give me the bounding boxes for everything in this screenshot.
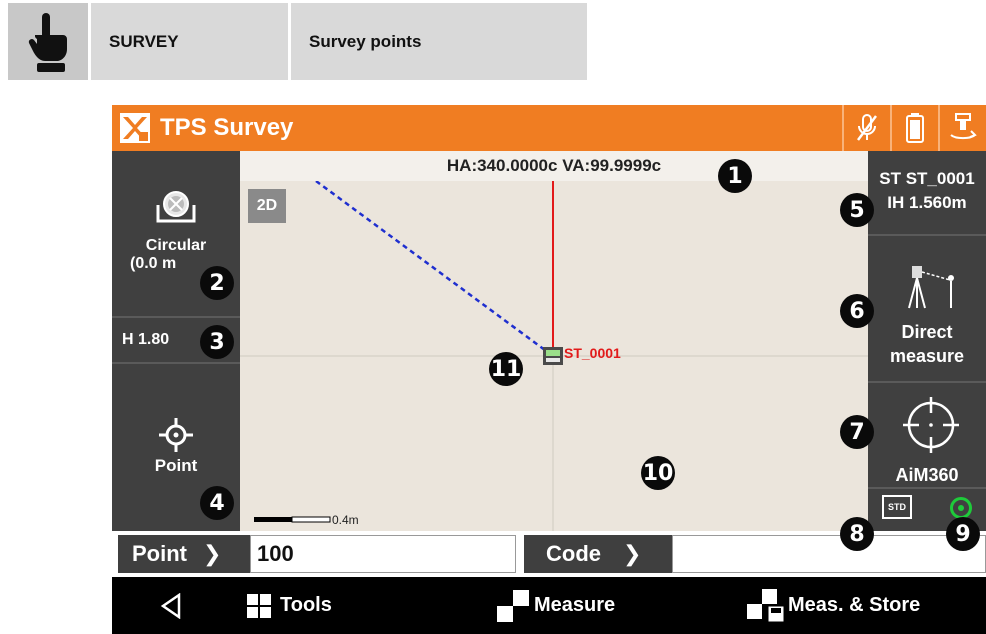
- sight-line: [315, 179, 554, 358]
- crosshair-icon: [112, 418, 240, 452]
- direct-measure-icon: [906, 264, 958, 315]
- meas-store-button[interactable]: Meas. & Store: [746, 577, 920, 634]
- callout-badge: 11: [489, 352, 523, 386]
- topic-label: Survey points: [291, 3, 587, 80]
- callout-badge: 6: [840, 294, 874, 328]
- measure-store-icon: [747, 588, 785, 622]
- code-input[interactable]: [672, 535, 986, 573]
- chevron-right-icon: ❯: [623, 541, 642, 566]
- callout-badge: 4: [200, 486, 234, 520]
- back-button[interactable]: [160, 577, 182, 634]
- callout-badge: 1: [718, 159, 752, 193]
- measure-mode-button[interactable]: Direct measure: [868, 236, 986, 381]
- measure-mode-line1: Direct: [901, 322, 953, 342]
- point-label: Point: [154, 456, 198, 475]
- section-label: SURVEY: [91, 3, 288, 80]
- station-marker-icon: [543, 347, 563, 365]
- bottom-navbar: Tools Measure Meas. & Store: [112, 577, 986, 634]
- measure-mode-line2: measure: [889, 346, 965, 366]
- aim-target-icon: [903, 397, 959, 458]
- status-icons: [842, 105, 986, 151]
- station-label: ST_0001: [564, 345, 621, 361]
- hv-readout: HA:340.0000c VA:99.9999c: [240, 151, 868, 181]
- scale-bar: [254, 516, 331, 523]
- prism-type: Circular: [145, 237, 207, 254]
- aim-mode-label: AiM360: [895, 465, 959, 485]
- battery-icon[interactable]: [890, 105, 938, 151]
- callout-badge: 2: [200, 266, 234, 300]
- instrument-icon[interactable]: [938, 105, 986, 151]
- callout-badge: 8: [840, 517, 874, 551]
- std-mode-button[interactable]: STD: [882, 495, 912, 519]
- point-input[interactable]: 100: [250, 535, 516, 573]
- station-name: ST ST_0001: [879, 169, 975, 188]
- back-arrow-icon: [160, 592, 181, 619]
- app-logo-icon: [120, 113, 150, 143]
- measure-label: Measure: [534, 594, 616, 616]
- status-ok-icon[interactable]: [950, 497, 972, 519]
- tools-label: Tools: [280, 594, 332, 616]
- mic-off-icon[interactable]: [842, 105, 890, 151]
- code-field-label-text: Code: [546, 541, 601, 566]
- aim-mode-button[interactable]: AiM360: [868, 383, 986, 487]
- hand-pointer-icon: [8, 3, 88, 80]
- device-screen: TPS Survey Circular (0.0 m H 1.80 Point …: [112, 105, 986, 634]
- view-2d-button[interactable]: 2D: [248, 189, 286, 223]
- divider: [868, 487, 986, 489]
- callout-badge: 10: [641, 456, 675, 490]
- scale-label: 0.4m: [332, 513, 359, 527]
- right-panel: ST ST_0001 IH 1.560m Direct measure AiM3…: [868, 151, 986, 531]
- callout-badge: 3: [200, 325, 234, 359]
- app-title: TPS Survey: [160, 114, 294, 141]
- grid-icon: [247, 593, 271, 618]
- callout-badge: 9: [946, 517, 980, 551]
- manual-page: SURVEY Survey points TPS Survey Circular…: [0, 0, 986, 634]
- measure-icon: [497, 589, 529, 622]
- code-field-label[interactable]: Code ❯: [524, 535, 672, 573]
- callout-badge: 7: [840, 415, 874, 449]
- instrument-height: IH 1.560m: [887, 193, 967, 212]
- tools-button[interactable]: Tools: [246, 577, 332, 634]
- map-canvas: [240, 179, 868, 531]
- measure-button[interactable]: Measure: [496, 577, 615, 634]
- chevron-right-icon: ❯: [203, 541, 222, 566]
- prism-icon: [112, 189, 240, 225]
- meas-store-label: Meas. & Store: [788, 594, 921, 616]
- title-bar: TPS Survey: [112, 105, 986, 151]
- station-info[interactable]: ST ST_0001 IH 1.560m: [868, 151, 986, 234]
- callout-badge: 5: [840, 193, 874, 227]
- point-field-label[interactable]: Point ❯: [118, 535, 250, 573]
- point-field-label-text: Point: [132, 541, 187, 566]
- map-view[interactable]: HA:340.0000c VA:99.9999c 2D ST_0001 0.4m: [240, 151, 868, 531]
